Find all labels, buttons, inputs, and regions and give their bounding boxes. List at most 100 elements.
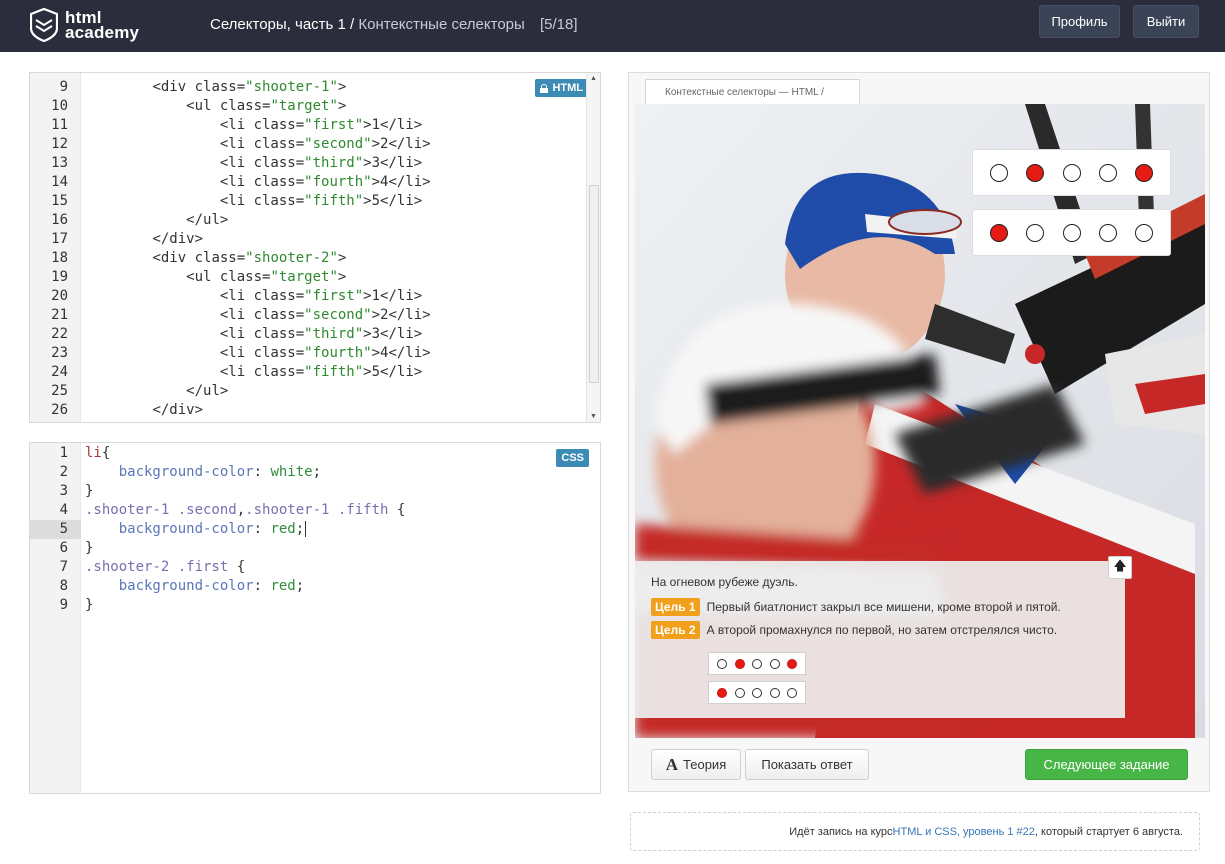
code-text[interactable]: </ul>: [85, 211, 228, 230]
goal-1: Цель 1 Первый биатлонист закрыл все мише…: [651, 598, 1061, 616]
code-text[interactable]: </ul>: [85, 382, 228, 401]
line-number: 9: [59, 79, 68, 95]
theory-button[interactable]: A Теория: [651, 749, 741, 780]
code-text[interactable]: <li class="first">1</li>: [85, 287, 422, 306]
course-enrollment-note: Идёт запись на курс HTML и CSS, уровень …: [630, 812, 1200, 851]
course-link[interactable]: HTML и CSS, уровень 1 #22: [893, 826, 1035, 838]
code-line[interactable]: 10 <ul class="target">: [30, 97, 586, 116]
code-line[interactable]: 8 background-color: red;: [30, 577, 586, 596]
css-code-lines[interactable]: 1 li{2 background-color: white; 3} 4 .shoote…: [30, 444, 586, 615]
code-token: class=: [253, 326, 305, 342]
code-text[interactable]: <div class="shooter-2">: [85, 249, 346, 268]
target-circle: [990, 223, 1008, 242]
code-token: class=: [253, 364, 305, 380]
code-line[interactable]: 6}: [30, 539, 586, 558]
html-code-lines[interactable]: 9 <div class="shooter-1"> 10 <ul class="t…: [30, 78, 586, 420]
code-text[interactable]: <li class="second">2</li>: [85, 135, 431, 154]
code-text[interactable]: </div>: [85, 230, 203, 249]
task-counter: [5/18]: [539, 16, 578, 33]
code-text[interactable]: <li class="fifth">5</li>: [85, 363, 422, 382]
code-text[interactable]: <li class="fourth">4</li>: [85, 344, 431, 363]
code-text[interactable]: }: [85, 596, 93, 615]
code-text[interactable]: .shooter-1 .second,.shooter-1 .fifth {: [85, 501, 405, 520]
goal-1-mini-targets: [708, 652, 806, 675]
css-editor[interactable]: 1 li{2 background-color: white; 3} 4 .shoote…: [29, 442, 601, 794]
target-circle: [1026, 223, 1045, 242]
code-token: :: [253, 521, 271, 537]
code-text[interactable]: <li class="fifth">5</li>: [85, 192, 422, 211]
code-line[interactable]: 5 background-color: red;: [30, 520, 586, 539]
code-token: white: [270, 464, 313, 480]
scroll-up-arrow-icon[interactable]: ▲: [590, 75, 597, 82]
code-text[interactable]: <ul class="target">: [85, 97, 346, 116]
code-text[interactable]: .shooter-2 .first {: [85, 558, 245, 577]
code-text[interactable]: <li class="third">3</li>: [85, 154, 422, 173]
code-text[interactable]: <div class="shooter-1">: [85, 78, 346, 97]
code-token: }: [85, 540, 94, 556]
code-line[interactable]: 25 </ul>: [30, 382, 586, 401]
code-text[interactable]: }: [85, 539, 93, 558]
code-text[interactable]: <li class="second">2</li>: [85, 306, 431, 325]
code-text[interactable]: </div>: [85, 401, 203, 420]
code-text[interactable]: <ul class="target">: [85, 268, 346, 287]
html-editor-scrollbar[interactable]: ▲ ▼: [586, 73, 600, 422]
code-line[interactable]: 26 </div>: [30, 401, 586, 420]
mini-target-circle: [769, 658, 780, 669]
code-line[interactable]: 9 <div class="shooter-1">: [30, 78, 586, 97]
code-text[interactable]: <li class="fourth">4</li>: [85, 173, 431, 192]
code-text[interactable]: <li class="first">1</li>: [85, 116, 422, 135]
code-token: .shooter-1 .fifth: [245, 502, 389, 518]
code-line[interactable]: 15 <li class="fifth">5</li>: [30, 192, 586, 211]
code-line[interactable]: 22 <li class="third">3</li>: [30, 325, 586, 344]
code-line[interactable]: 9}: [30, 596, 586, 615]
code-token: class=: [219, 98, 271, 114]
note-suffix: , который стартует 6 августа.: [1034, 825, 1183, 838]
code-text[interactable]: background-color: white;: [85, 463, 321, 482]
code-line[interactable]: 3}: [30, 482, 586, 501]
code-line[interactable]: 24 <li class="fifth">5</li>: [30, 363, 586, 382]
code-line[interactable]: 16 </ul>: [30, 211, 586, 230]
line-number: 7: [59, 559, 68, 575]
html-editor[interactable]: 9 <div class="shooter-1"> 10 <ul class="t…: [29, 72, 601, 423]
code-line[interactable]: 13 <li class="third">3</li>: [30, 154, 586, 173]
code-line[interactable]: 18 <div class="shooter-2">: [30, 249, 586, 268]
code-line[interactable]: 14 <li class="fourth">4</li>: [30, 173, 586, 192]
next-task-button[interactable]: Следующее задание: [1025, 749, 1188, 780]
code-token: >5</li>: [363, 193, 423, 209]
code-token: {: [388, 502, 406, 518]
code-line[interactable]: 21 <li class="second">2</li>: [30, 306, 586, 325]
show-answer-button[interactable]: Показать ответ: [745, 749, 869, 780]
code-token: >5</li>: [363, 364, 423, 380]
profile-button[interactable]: Профиль: [1039, 5, 1120, 38]
scroll-thumb[interactable]: [589, 185, 599, 383]
preview-tab[interactable]: Контекстные селекторы — HTML /: [645, 79, 860, 105]
target-circle: [1026, 163, 1045, 182]
code-text[interactable]: background-color: red;: [85, 520, 307, 539]
line-number: 15: [51, 193, 68, 209]
code-line[interactable]: 17 </div>: [30, 230, 586, 249]
code-text[interactable]: li{: [85, 444, 110, 463]
breadcrumb-main[interactable]: Селекторы, часть 1 /: [210, 16, 354, 33]
collapse-task-button[interactable]: 🡅: [1108, 556, 1132, 579]
logout-button[interactable]: Выйти: [1133, 5, 1199, 38]
code-line[interactable]: 12 <li class="second">2</li>: [30, 135, 586, 154]
code-line[interactable]: 7 .shooter-2 .first {: [30, 558, 586, 577]
code-line[interactable]: 11 <li class="first">1</li>: [30, 116, 586, 135]
code-line[interactable]: 19 <ul class="target">: [30, 268, 586, 287]
htmlacademy-logo[interactable]: html academy: [30, 5, 150, 45]
code-token: >: [337, 98, 347, 114]
code-line[interactable]: 20 <li class="first">1</li>: [30, 287, 586, 306]
line-number: 10: [51, 98, 68, 114]
code-text[interactable]: <li class="third">3</li>: [85, 325, 422, 344]
code-token: </div>: [152, 402, 204, 418]
code-line[interactable]: 2 background-color: white;: [30, 463, 586, 482]
code-token: </ul>: [186, 383, 229, 399]
code-line[interactable]: 23 <li class="fourth">4</li>: [30, 344, 586, 363]
code-token: <ul: [186, 269, 220, 285]
code-text[interactable]: background-color: red;: [85, 577, 304, 596]
code-token: red: [270, 578, 296, 594]
code-text[interactable]: }: [85, 482, 93, 501]
code-line[interactable]: 4 .shooter-1 .second,.shooter-1 .fifth {: [30, 501, 586, 520]
code-line[interactable]: 1 li{: [30, 444, 586, 463]
scroll-down-arrow-icon[interactable]: ▼: [590, 413, 597, 420]
